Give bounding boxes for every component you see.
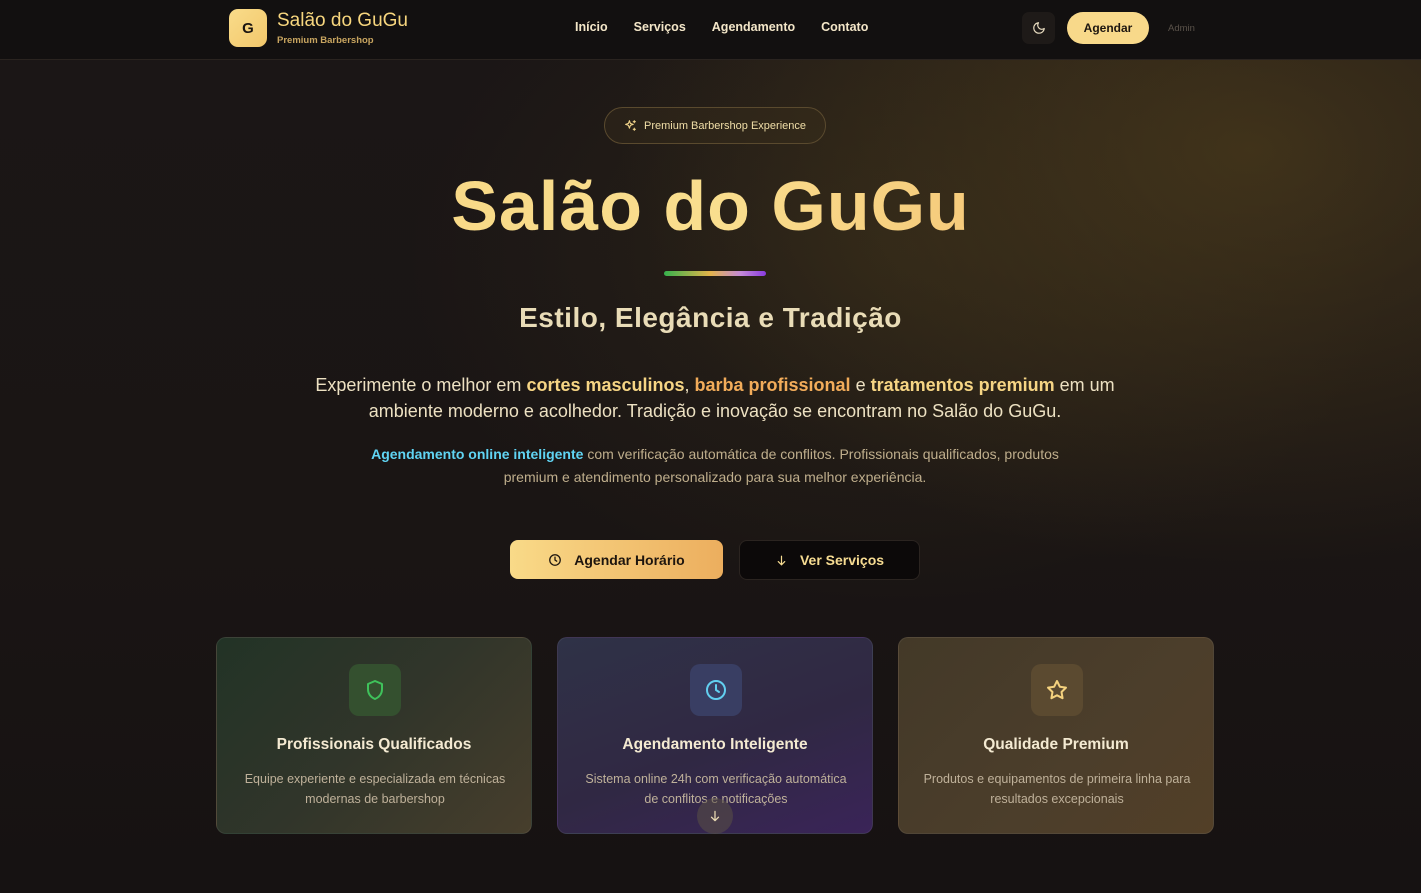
feature-card-profissionais: Profissionais Qualificados Equipe experi… [216,637,532,834]
nav-link-servicos[interactable]: Serviços [634,20,686,34]
hero-subtitle: Estilo, Elegância e Tradição [519,302,902,333]
sparkles-icon [625,120,636,131]
nav-link-contato[interactable]: Contato [821,20,868,34]
hero-description: Experimente o melhor em cortes masculino… [310,372,1120,424]
admin-link[interactable]: Admin [1168,23,1195,34]
moon-icon [1032,22,1045,34]
feature-title: Agendamento Inteligente [622,736,808,753]
feature-title: Qualidade Premium [983,736,1129,753]
hero-title: Salão do GuGu [0,166,1421,246]
main-nav: Início Serviços Agendamento Contato [575,20,894,34]
nav-link-inicio[interactable]: Início [575,20,608,34]
brand-subtitle: Premium Barbershop [277,35,374,46]
top-navbar: G Salão do GuGu Premium Barbershop Iníci… [0,0,1421,60]
hero-desc-part: , [684,375,695,395]
clock-icon [549,553,562,566]
logo-badge[interactable]: G [229,9,267,47]
nav-link-agendamento[interactable]: Agendamento [712,20,795,34]
ver-servicos-button[interactable]: Ver Serviços [739,540,920,580]
arrow-down-icon [777,555,786,565]
hero-title-underline [664,271,766,276]
clock-icon [706,680,726,700]
hero-desc-part: Experimente o melhor em [315,375,527,395]
hero-badge: Premium Barbershop Experience [604,107,826,144]
shield-icon [367,680,383,700]
hero-note-text: com verificação automática de conflitos.… [503,446,1059,485]
hero-note: Agendamento online inteligente com verif… [360,443,1070,489]
arrow-down-icon [710,810,720,822]
feature-text: Equipe experiente e especializada em téc… [244,772,506,806]
hero-desc-highlight-cortes: cortes masculinos [526,375,685,395]
brand-title[interactable]: Salão do GuGu [277,10,408,32]
feature-icon-box [1031,664,1083,716]
hero-badge-label: Premium Barbershop Experience [643,119,807,132]
hero-note-highlight: Agendamento online inteligente [371,446,584,462]
hero-desc-highlight-tratamentos: tratamentos premium [870,375,1055,395]
hero-desc-part: e [850,375,871,395]
ver-servicos-label: Ver Serviços [799,552,885,568]
agendar-nav-button[interactable]: Agendar [1067,12,1149,44]
agendar-horario-button[interactable]: Agendar Horário [510,540,723,579]
theme-toggle-button[interactable] [1022,12,1055,44]
feature-card-qualidade: Qualidade Premium Produtos e equipamento… [898,637,1214,834]
feature-text: Produtos e equipamentos de primeira linh… [923,772,1191,806]
star-icon [1047,680,1067,700]
hero-desc-highlight-barba: barba profissional [694,375,851,395]
scroll-down-button[interactable] [697,798,733,834]
feature-icon-box [690,664,742,716]
agendar-horario-label: Agendar Horário [574,551,685,568]
feature-icon-box [349,664,401,716]
feature-title: Profissionais Qualificados [276,736,472,753]
